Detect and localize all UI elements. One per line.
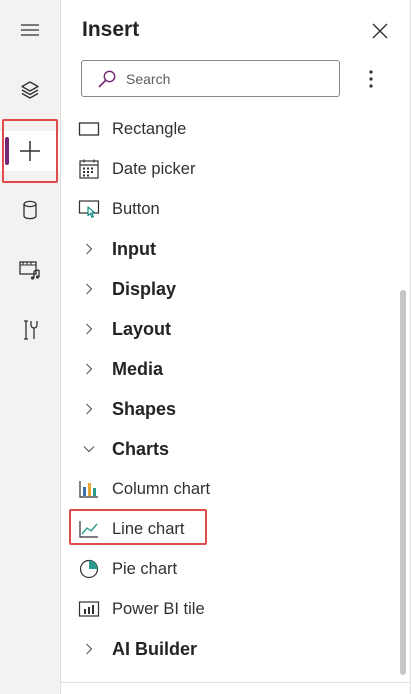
database-icon [23,200,37,220]
category-media[interactable]: Media [61,349,397,389]
search-input[interactable] [126,61,331,96]
line-chart-icon [78,518,100,540]
more-options-button[interactable] [359,66,383,92]
tree-view-button[interactable] [0,70,60,110]
insert-panel: Insert Rectangl [61,0,411,694]
data-button[interactable] [0,190,60,230]
bottom-divider [61,682,411,683]
list-item-power-bi-tile[interactable]: Power BI tile [61,589,397,629]
power-bi-icon [78,598,100,620]
category-label: Layout [112,318,172,339]
category-layout[interactable]: Layout [61,309,397,349]
category-label: Media [112,358,164,379]
list-item-label: Date picker [112,159,196,178]
list-item-column-chart[interactable]: Column chart [61,469,397,509]
calendar-icon [78,158,100,180]
category-input[interactable]: Input [61,229,397,269]
category-label: Input [112,238,156,259]
app-window: Insert Rectangl [0,0,411,694]
list-item-label: Pie chart [112,559,178,578]
list-item-label: Line chart [112,519,185,538]
list-item-pie-chart[interactable]: Pie chart [61,549,397,589]
chevron-right-icon [86,363,93,375]
button-icon [78,198,100,220]
list-item-label: Power BI tile [112,599,205,618]
hamburger-menu-button[interactable] [0,10,60,50]
list-item-rectangle[interactable]: Rectangle [61,109,397,149]
category-label: Charts [112,438,170,459]
rectangle-icon [78,118,100,140]
more-options-icon [369,70,373,88]
list-item-label: Rectangle [112,119,187,138]
list-item-label: Column chart [112,479,211,498]
media-button[interactable] [0,250,60,290]
category-charts[interactable]: Charts [61,429,397,469]
chevron-right-icon [86,323,93,335]
category-shapes[interactable]: Shapes [61,389,397,429]
search-icon [98,70,116,88]
plus-icon [20,141,40,161]
chevron-right-icon [86,243,93,255]
insert-button[interactable] [0,131,60,171]
chevron-right-icon [86,643,93,655]
close-icon [372,23,388,39]
category-label: AI Builder [112,638,198,659]
panel-title: Insert [82,18,140,41]
category-label: Shapes [112,398,177,419]
list-item-line-chart[interactable]: Line chart [61,509,397,549]
list-item-label: Button [112,199,160,218]
category-ai-builder[interactable]: AI Builder [61,629,397,669]
tools-icon [24,320,38,340]
chevron-right-icon [86,403,93,415]
category-display[interactable]: Display [61,269,397,309]
list-scrollbar[interactable] [400,290,406,675]
search-box[interactable] [81,60,340,97]
category-label: Display [112,278,177,299]
left-rail [0,0,61,694]
hamburger-menu-icon [21,24,39,36]
control-list: Rectangle Date picker Button Input Displ… [61,109,397,679]
column-chart-icon [78,478,100,500]
advanced-tools-button[interactable] [0,310,60,350]
list-item-button[interactable]: Button [61,189,397,229]
pie-chart-icon [78,558,100,580]
list-item-date-picker[interactable]: Date picker [61,149,397,189]
close-button[interactable] [366,17,394,45]
active-indicator [5,137,9,165]
chevron-down-icon [83,446,95,453]
layers-icon [21,81,39,99]
media-icon [19,261,40,280]
chevron-right-icon [86,283,93,295]
